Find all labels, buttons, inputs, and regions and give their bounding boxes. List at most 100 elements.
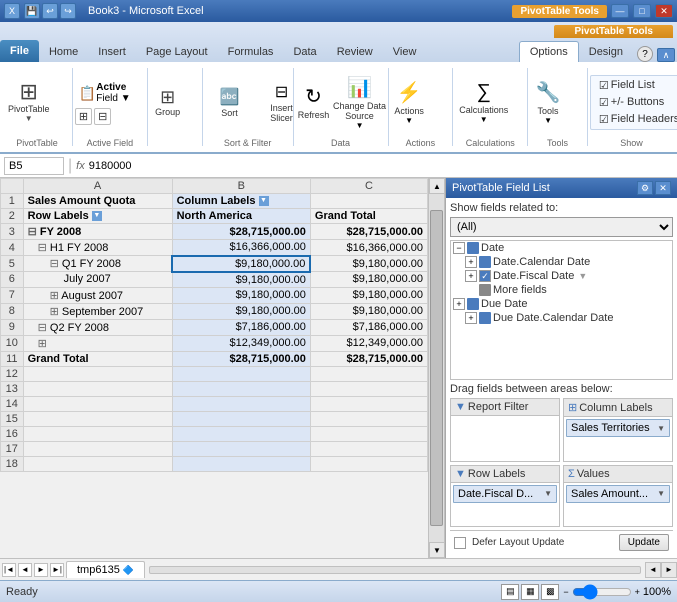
defer-checkbox[interactable]: [454, 537, 466, 549]
cell-c6[interactable]: $9,180,000.00: [310, 272, 427, 288]
cell-c9[interactable]: $7,186,000.00: [310, 319, 427, 335]
panel-close-icon[interactable]: ✕: [655, 181, 671, 195]
cell-b14[interactable]: [172, 396, 310, 411]
sheet-nav-next[interactable]: ►: [34, 563, 48, 577]
tree-toggle-duedate[interactable]: +: [453, 298, 465, 310]
tree-item-fiscal-date[interactable]: + ✓ Date.Fiscal Date ▼: [451, 269, 672, 283]
tree-toggle-fiscaldate[interactable]: +: [465, 270, 477, 282]
expand-5[interactable]: ⊟: [50, 258, 59, 270]
expand-9[interactable]: ⊟: [38, 322, 47, 334]
cell-a13[interactable]: [23, 381, 172, 396]
cell-a17[interactable]: [23, 441, 172, 456]
tab-data[interactable]: Data: [283, 42, 326, 62]
tree-item-due-date[interactable]: + Due Date: [451, 297, 672, 311]
h-scroll-left[interactable]: ◄: [645, 562, 661, 578]
sheet-nav-first[interactable]: |◄: [2, 563, 16, 577]
vertical-scrollbar[interactable]: ▲ ▼: [428, 178, 444, 558]
zoom-slider[interactable]: [572, 588, 632, 596]
tab-view[interactable]: View: [383, 42, 427, 62]
cell-a11[interactable]: Grand Total: [23, 351, 172, 366]
drag-area-column-labels[interactable]: ⊞ Column Labels Sales Territories ▼: [563, 398, 673, 462]
drag-area-values[interactable]: Σ Values Sales Amount... ▼: [563, 465, 673, 528]
cell-a4[interactable]: ⊟ H1 FY 2008: [23, 240, 172, 256]
group-button[interactable]: ⊞ Group: [150, 86, 186, 119]
cell-a14[interactable]: [23, 396, 172, 411]
cell-b2[interactable]: North America: [172, 209, 310, 224]
collapse-field-button[interactable]: ⊟: [94, 108, 111, 125]
undo-icon[interactable]: ↩: [42, 3, 58, 19]
redo-icon[interactable]: ↪: [60, 3, 76, 19]
cell-c13[interactable]: [310, 381, 427, 396]
tree-item-calendar-date[interactable]: + Date.Calendar Date: [451, 255, 672, 269]
update-button[interactable]: Update: [619, 534, 669, 551]
sheet-nav-last[interactable]: ►|: [50, 563, 64, 577]
zoom-out-button[interactable]: −: [563, 587, 568, 597]
cell-c18[interactable]: [310, 456, 427, 471]
expand-8[interactable]: ⊞: [50, 306, 59, 318]
tree-item-more-fields[interactable]: More fields: [451, 283, 672, 297]
tab-home[interactable]: Home: [39, 42, 88, 62]
page-layout-view-button[interactable]: ▦: [521, 584, 539, 600]
cell-a9[interactable]: ⊟ Q2 FY 2008: [23, 319, 172, 335]
cell-c16[interactable]: [310, 426, 427, 441]
cell-b11[interactable]: $28,715,000.00: [172, 351, 310, 366]
cell-a1[interactable]: Sales Amount Quota: [23, 194, 172, 209]
activefield-button[interactable]: 📋 Active Field ▼: [75, 80, 135, 106]
cell-a16[interactable]: [23, 426, 172, 441]
drag-area-report-filter[interactable]: ▼ Report Filter: [450, 398, 560, 462]
sheet-nav-prev[interactable]: ◄: [18, 563, 32, 577]
tab-insert[interactable]: Insert: [88, 42, 136, 62]
cell-c11[interactable]: $28,715,000.00: [310, 351, 427, 366]
expand-10[interactable]: ⊞: [38, 338, 47, 350]
date-fiscal-pill[interactable]: Date.Fiscal D... ▼: [453, 485, 557, 503]
cell-c4[interactable]: $16,366,000.00: [310, 240, 427, 256]
page-break-view-button[interactable]: ▩: [541, 584, 559, 600]
col-header-a[interactable]: A: [23, 179, 172, 194]
normal-view-button[interactable]: ▤: [501, 584, 519, 600]
field-headers-button[interactable]: ☑ Field Headers: [595, 112, 677, 127]
cell-a15[interactable]: [23, 411, 172, 426]
help-icon[interactable]: ?: [637, 46, 653, 62]
show-fields-select[interactable]: (All): [450, 217, 673, 237]
cell-b8[interactable]: $9,180,000.00: [172, 303, 310, 319]
field-list-button[interactable]: ☑ Field List: [595, 78, 677, 93]
cell-c10[interactable]: $12,349,000.00: [310, 335, 427, 351]
refresh-button[interactable]: ↻ Refresh: [296, 82, 332, 122]
col-header-c[interactable]: C: [310, 179, 427, 194]
close-button[interactable]: ✕: [655, 4, 673, 18]
cell-a8[interactable]: ⊞ September 2007: [23, 303, 172, 319]
filter-icon-a2[interactable]: ▼: [92, 211, 102, 221]
cell-b5[interactable]: $9,180,000.00: [172, 256, 310, 272]
cell-b16[interactable]: [172, 426, 310, 441]
cell-b9[interactable]: $7,186,000.00: [172, 319, 310, 335]
tab-review[interactable]: Review: [327, 42, 383, 62]
panel-settings-icon[interactable]: ⚙: [637, 181, 653, 195]
cell-a6[interactable]: July 2007: [23, 272, 172, 288]
cell-b15[interactable]: [172, 411, 310, 426]
tools-button[interactable]: 🔧 Tools ▼: [530, 78, 566, 127]
tab-options[interactable]: Options: [519, 41, 579, 62]
tree-toggle-caldate[interactable]: +: [465, 256, 477, 268]
change-data-source-button[interactable]: 📊 Change DataSource ▼: [334, 73, 386, 132]
tab-design[interactable]: Design: [579, 42, 633, 62]
expand-3[interactable]: ⊟: [28, 226, 37, 238]
cell-b1[interactable]: Column Labels ▼: [172, 194, 310, 209]
sales-amount-pill[interactable]: Sales Amount... ▼: [566, 485, 670, 503]
tab-page-layout[interactable]: Page Layout: [136, 42, 218, 62]
cell-b4[interactable]: $16,366,000.00: [172, 240, 310, 256]
cell-c3[interactable]: $28,715,000.00: [310, 224, 427, 240]
sort-button[interactable]: 🔤 Sort: [205, 85, 255, 120]
calculations-button[interactable]: ∑ Calculations ▼: [455, 79, 512, 126]
tree-toggle-date[interactable]: −: [453, 242, 465, 254]
scroll-up-button[interactable]: ▲: [429, 178, 444, 194]
maximize-button[interactable]: □: [633, 4, 651, 18]
scroll-thumb[interactable]: [430, 210, 443, 526]
zoom-in-button[interactable]: +: [635, 587, 640, 597]
cell-a7[interactable]: ⊞ August 2007: [23, 287, 172, 303]
cell-a18[interactable]: [23, 456, 172, 471]
tab-formulas[interactable]: Formulas: [218, 42, 284, 62]
sales-territories-pill[interactable]: Sales Territories ▼: [566, 419, 670, 437]
cell-c1[interactable]: [310, 194, 427, 209]
cell-c15[interactable]: [310, 411, 427, 426]
sheet-tab-tmp6135[interactable]: tmp6135 🔷: [66, 561, 145, 578]
